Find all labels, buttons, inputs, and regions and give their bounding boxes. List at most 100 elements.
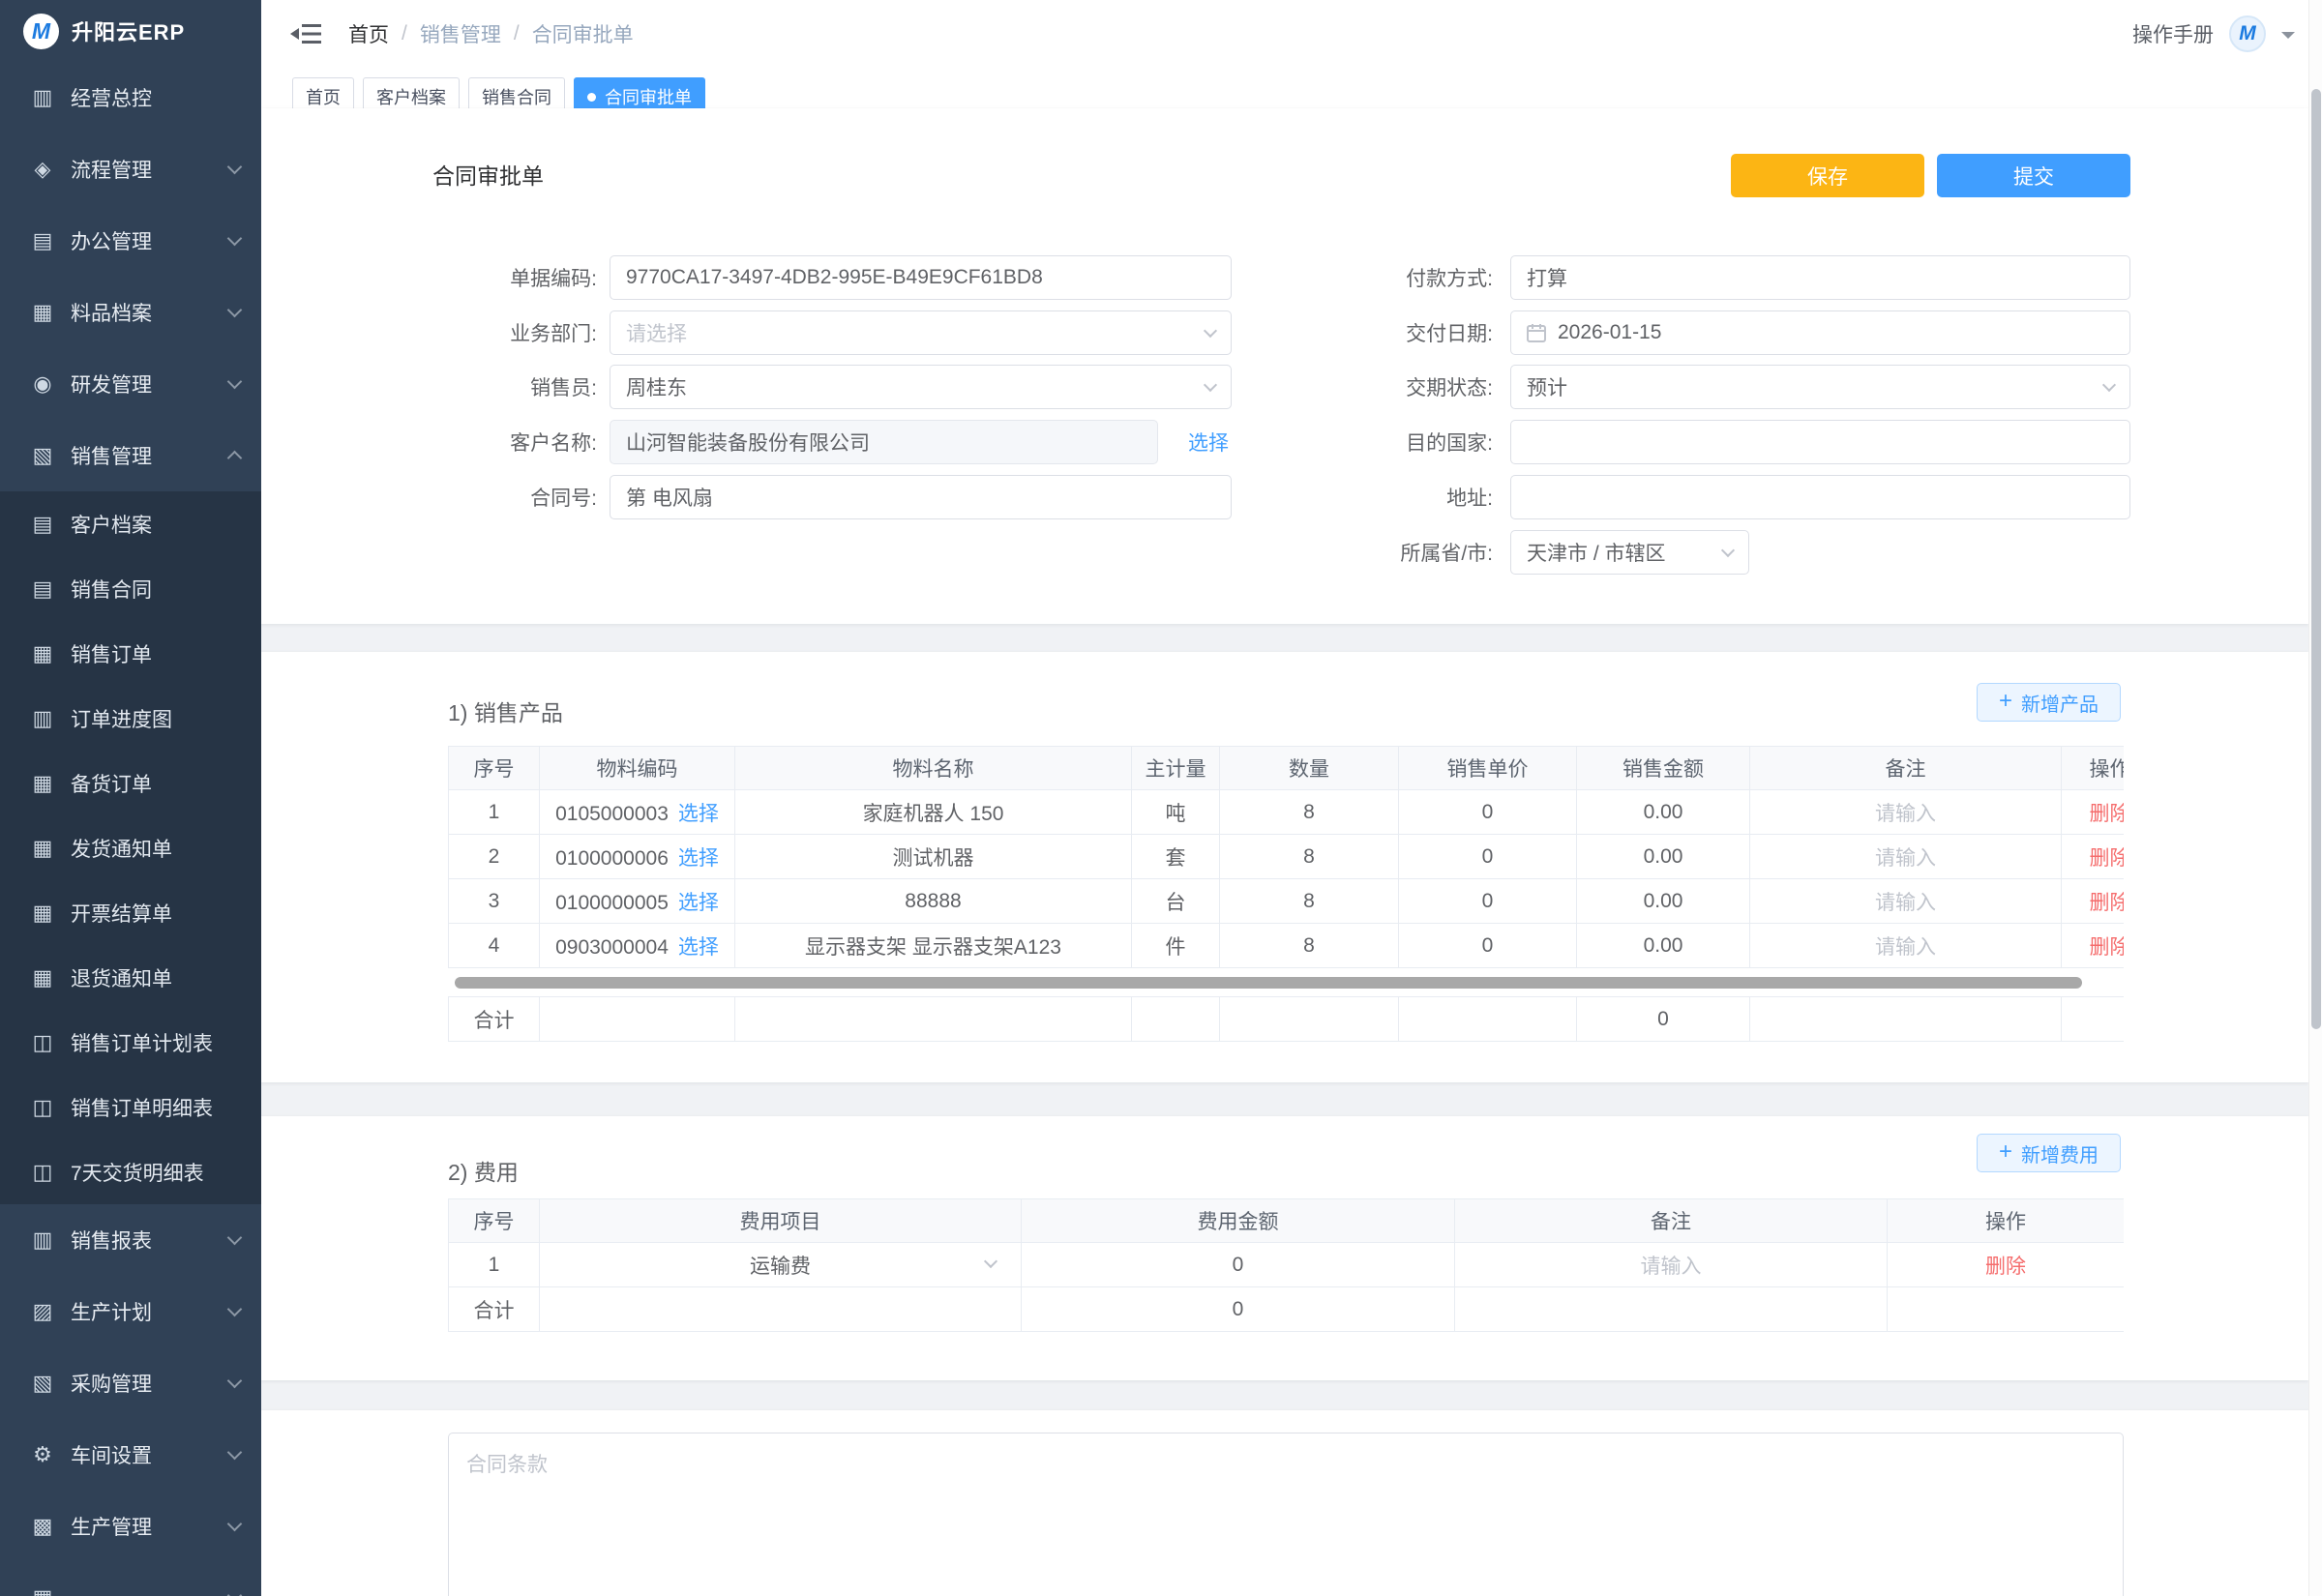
fees-section-card: 2) 费用 + 新增费用 序号 费用项目 费用金额 备注 操作 1 — [261, 1116, 2308, 1380]
fee-item-select[interactable]: 运输费 — [540, 1243, 1022, 1287]
table-icon: ▦ — [29, 901, 56, 926]
sidebar-subitem-customer-file[interactable]: ▤ 客户档案 — [0, 491, 261, 556]
province-city-select[interactable]: 天津市 / 市辖区 — [1510, 530, 1749, 575]
sidebar-subitem-7day-delivery-sheet[interactable]: ◫ 7天交货明细表 — [0, 1139, 261, 1204]
sheet-icon: ◫ — [29, 1095, 56, 1120]
sidebar-item-dashboard[interactable]: ▥ 经营总控 — [0, 62, 261, 133]
sidebar-item-purchase[interactable]: ▧ 采购管理 — [0, 1347, 261, 1419]
save-button[interactable]: 保存 — [1731, 154, 1924, 197]
sidebar-item-partial[interactable]: ▦ — [0, 1562, 261, 1596]
delete-row-link[interactable]: 删除 — [2090, 803, 2125, 825]
salesperson-select[interactable]: 周桂东 — [610, 365, 1232, 409]
breadcrumb: 首页 / 销售管理 / 合同审批单 — [348, 19, 634, 48]
payment-method-input[interactable] — [1510, 255, 2130, 300]
doc-code-input[interactable] — [610, 255, 1232, 300]
field-label: 单据编码: — [359, 263, 610, 292]
sidebar-subitem-invoice-settlement[interactable]: ▦ 开票结算单 — [0, 880, 261, 945]
sidebar-subitem-sales-contract[interactable]: ▤ 销售合同 — [0, 556, 261, 621]
caret-down-icon[interactable] — [2281, 32, 2295, 45]
table-row: 3 0100000005选择 88888 台 8 0 0.00 请输入 删除 — [449, 879, 2125, 924]
sidebar-item-production-plan[interactable]: ▨ 生产计划 — [0, 1276, 261, 1347]
submit-button[interactable]: 提交 — [1937, 154, 2130, 197]
sidebar-item-workshop-settings[interactable]: ⚙ 车间设置 — [0, 1419, 261, 1491]
select-material-link[interactable]: 选择 — [678, 803, 719, 825]
add-product-button[interactable]: + 新增产品 — [1977, 683, 2121, 722]
sidebar-item-workflow[interactable]: ◈ 流程管理 — [0, 133, 261, 205]
sidebar-item-sales-report[interactable]: ▥ 销售报表 — [0, 1204, 261, 1276]
select-material-link[interactable]: 选择 — [678, 847, 719, 870]
select-customer-link[interactable]: 选择 — [1188, 428, 1229, 457]
sidebar-subitem-stock-order[interactable]: ▦ 备货订单 — [0, 751, 261, 815]
plus-icon: + — [1999, 1140, 2012, 1164]
fees-table: 序号 费用项目 费用金额 备注 操作 1 运输费 0 请输入 删除 — [448, 1198, 2124, 1332]
select-material-link[interactable]: 选择 — [678, 936, 719, 959]
business-dept-select[interactable]: 请选择 — [610, 310, 1232, 355]
field-label: 客户名称: — [359, 428, 610, 457]
sidebar-subitem-order-progress[interactable]: ▥ 订单进度图 — [0, 686, 261, 751]
summary-amount: 0 — [1022, 1287, 1455, 1332]
sidebar-subitem-order-plan-sheet[interactable]: ◫ 销售订单计划表 — [0, 1010, 261, 1075]
sidebar-item-rnd[interactable]: ◉ 研发管理 — [0, 348, 261, 420]
delivery-date-picker[interactable]: 2026-01-15 — [1510, 310, 2130, 355]
delivery-status-select[interactable]: 预计 — [1510, 365, 2130, 409]
manual-link[interactable]: 操作手册 — [2132, 19, 2214, 48]
add-fee-button[interactable]: + 新增费用 — [1977, 1134, 2121, 1172]
section-title-fees: 2) 费用 — [448, 1154, 519, 1187]
sidebar-subitem-order-detail-sheet[interactable]: ◫ 销售订单明细表 — [0, 1075, 261, 1139]
chevron-down-icon — [227, 231, 243, 247]
summary-amount: 0 — [1577, 997, 1750, 1042]
workflow-icon: ◈ — [29, 157, 56, 182]
breadcrumb-home[interactable]: 首页 — [348, 19, 389, 48]
delete-row-link[interactable]: 删除 — [2090, 892, 2125, 914]
hamburger-icon[interactable] — [290, 20, 321, 47]
summary-label: 合计 — [449, 997, 540, 1042]
chevron-down-icon — [227, 374, 243, 390]
destination-country-input[interactable] — [1510, 420, 2130, 464]
sidebar-item-office[interactable]: ▤ 办公管理 — [0, 205, 261, 277]
form-row: 交期状态: 预计 — [1242, 365, 2130, 409]
note-cell[interactable]: 请输入 — [1750, 790, 2062, 835]
table-row: 4 0903000004选择 显示器支架 显示器支架A123 件 8 0 0.0… — [449, 924, 2125, 968]
topbar-right: 操作手册 M — [2132, 15, 2295, 52]
field-label: 交付日期: — [1242, 318, 1510, 347]
delete-row-link[interactable]: 删除 — [2090, 936, 2125, 959]
breadcrumb-current-page: 合同审批单 — [532, 19, 634, 48]
note-cell[interactable]: 请输入 — [1750, 835, 2062, 879]
products-table-wrap: 序号 物料编码 物料名称 主计量 数量 销售单价 销售金额 备注 操作 1 01… — [448, 746, 2124, 968]
chevron-down-icon — [1721, 543, 1735, 556]
delete-row-link[interactable]: 删除 — [1985, 1256, 2026, 1278]
note-cell[interactable]: 请输入 — [1750, 879, 2062, 924]
sidebar-item-materials[interactable]: ▦ 料品档案 — [0, 277, 261, 348]
chevron-down-icon — [984, 1255, 997, 1268]
select-material-link[interactable]: 选择 — [678, 892, 719, 914]
delete-row-link[interactable]: 删除 — [2090, 847, 2125, 870]
contract-terms-textarea[interactable] — [448, 1433, 2124, 1596]
form-row: 客户名称: 选择 — [359, 420, 1229, 464]
main-area: 首页 / 销售管理 / 合同审批单 操作手册 M 首页 客户档案 销售合同 合同… — [261, 0, 2322, 1596]
products-summary-wrap: 合计 0 — [448, 996, 2124, 1042]
avatar[interactable]: M — [2229, 15, 2266, 52]
field-label: 地址: — [1242, 483, 1510, 512]
vertical-scrollbar-thumb[interactable] — [2311, 89, 2321, 1029]
chevron-down-icon — [227, 1230, 243, 1246]
customer-name-input — [610, 420, 1158, 464]
sidebar-subitem-delivery-notice[interactable]: ▦ 发货通知单 — [0, 815, 261, 880]
doc-icon: ▤ — [29, 576, 56, 602]
report-icon: ▥ — [29, 1227, 56, 1253]
form-row: 交付日期: 2026-01-15 — [1242, 310, 2130, 355]
sidebar-subitem-sales-order[interactable]: ▦ 销售订单 — [0, 621, 261, 686]
form-row: 业务部门: 请选择 — [359, 310, 1232, 355]
section-title-products: 1) 销售产品 — [448, 695, 563, 727]
sidebar-item-production[interactable]: ▩ 生产管理 — [0, 1491, 261, 1562]
contract-no-input[interactable] — [610, 475, 1232, 519]
sidebar-subitem-return-notice[interactable]: ▦ 退货通知单 — [0, 945, 261, 1010]
note-cell[interactable]: 请输入 — [1455, 1243, 1888, 1287]
table-icon: ▦ — [29, 641, 56, 666]
address-input[interactable] — [1510, 475, 2130, 519]
breadcrumb-sales-management[interactable]: 销售管理 — [420, 19, 501, 48]
note-cell[interactable]: 请输入 — [1750, 924, 2062, 968]
sidebar-item-sales[interactable]: ▧ 销售管理 — [0, 420, 261, 491]
table-icon: ▦ — [29, 965, 56, 990]
chevron-down-icon — [1204, 377, 1217, 391]
horizontal-scrollbar-thumb[interactable] — [455, 977, 2082, 989]
